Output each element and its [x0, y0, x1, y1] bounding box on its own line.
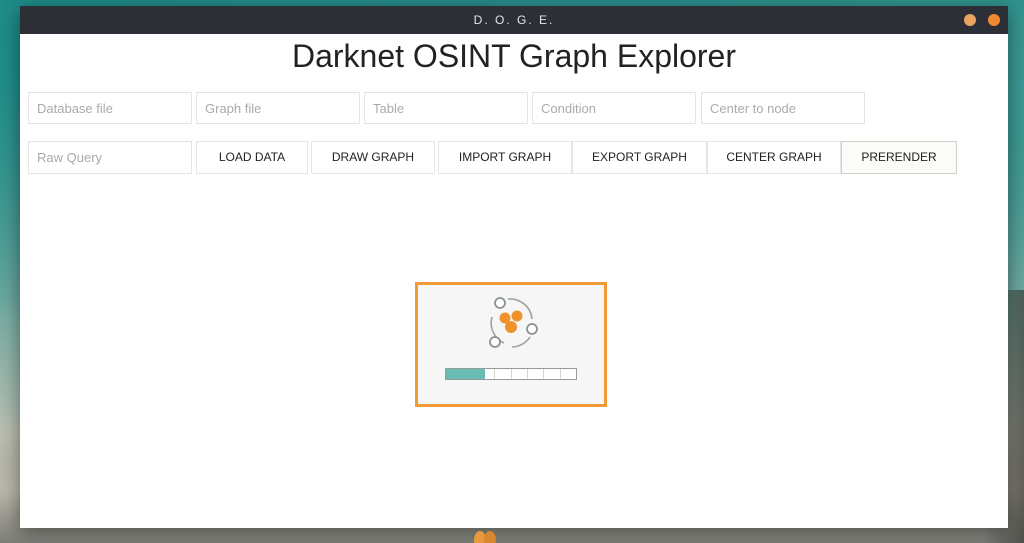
database-file-input[interactable]: [28, 92, 192, 124]
center-graph-button[interactable]: CENTER GRAPH: [707, 141, 841, 174]
loading-progress-bar: [445, 368, 577, 380]
condition-input[interactable]: [532, 92, 696, 124]
load-data-button[interactable]: LOAD DATA: [196, 141, 308, 174]
window-titlebar[interactable]: D. O. G. E.: [20, 6, 1008, 34]
export-graph-button[interactable]: EXPORT GRAPH: [572, 141, 707, 174]
loading-dialog: [415, 282, 607, 407]
page-title: Darknet OSINT Graph Explorer: [291, 38, 736, 74]
progress-fill: [446, 369, 485, 379]
desktop-background: D. O. G. E. Darknet OSINT Graph Explorer…: [0, 0, 1024, 543]
dock-app-icon[interactable]: [470, 528, 500, 543]
center-to-node-input[interactable]: [701, 92, 865, 124]
app-window: D. O. G. E. Darknet OSINT Graph Explorer…: [20, 6, 1008, 528]
import-graph-button[interactable]: IMPORT GRAPH: [438, 141, 572, 174]
minimize-button[interactable]: [964, 14, 976, 26]
prerender-button[interactable]: PRERENDER: [841, 141, 957, 174]
window-title: D. O. G. E.: [473, 13, 555, 27]
graph-file-input[interactable]: [196, 92, 360, 124]
raw-query-input[interactable]: [28, 141, 192, 174]
graph-nodes-icon: [489, 297, 538, 348]
draw-graph-button[interactable]: DRAW GRAPH: [311, 141, 435, 174]
table-input[interactable]: [364, 92, 528, 124]
close-button[interactable]: [988, 14, 1000, 26]
